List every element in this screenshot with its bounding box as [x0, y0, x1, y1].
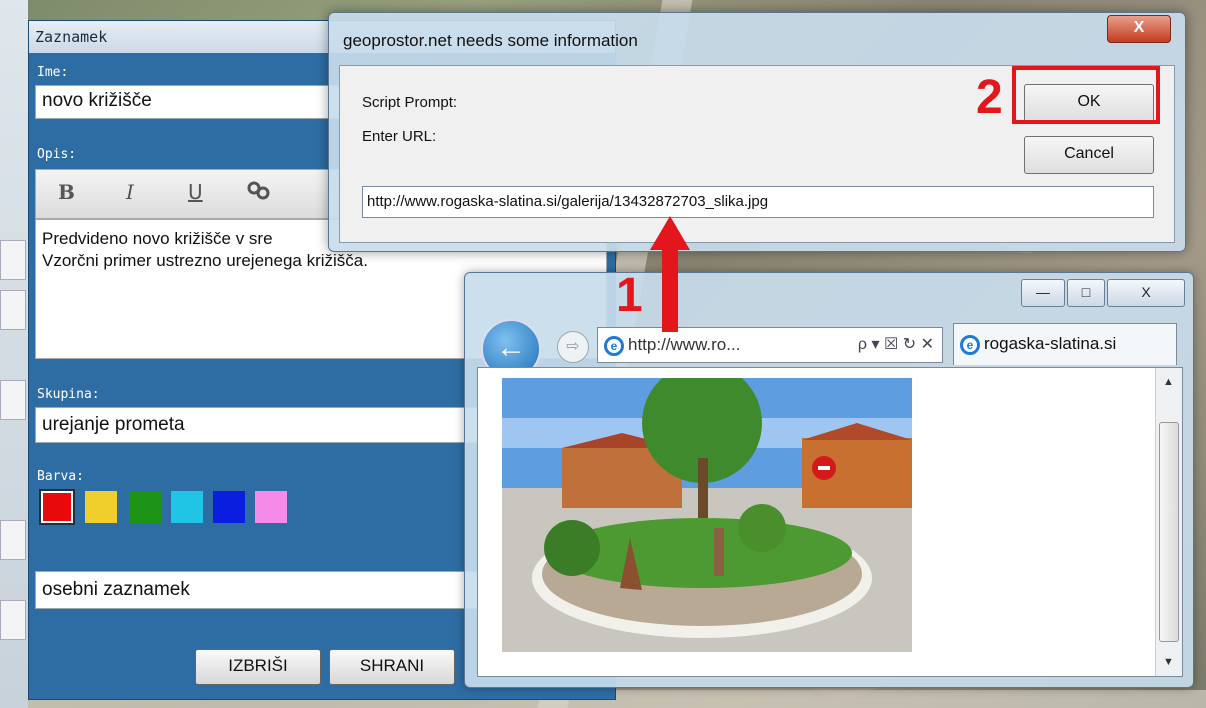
description-label: Opis:	[37, 147, 77, 162]
browser-tab[interactable]: e rogaska-slatina.si	[953, 323, 1177, 365]
tab-title: rogaska-slatina.si	[984, 334, 1117, 353]
ie-logo-icon: e	[960, 334, 980, 355]
group-label: Skupina:	[37, 387, 100, 402]
map-left-toolbar	[0, 0, 28, 708]
script-prompt-label: Script Prompt:	[362, 94, 458, 111]
map-side-tab[interactable]	[0, 600, 26, 640]
ie-logo-icon: e	[604, 335, 624, 356]
maximize-button[interactable]: □	[1067, 279, 1105, 307]
map-side-tab[interactable]	[0, 240, 26, 280]
window-close-button[interactable]: X	[1107, 279, 1185, 307]
address-bar[interactable]: e http://www.ro... ρ ▾ ☒ ↻ ✕	[597, 327, 943, 363]
script-prompt-dialog: geoprostor.net needs some information X …	[328, 12, 1186, 252]
italic-button[interactable]: I	[126, 180, 134, 204]
color-swatch-yellow[interactable]	[85, 491, 117, 523]
vertical-scrollbar[interactable]: ▲ ▼	[1155, 368, 1182, 676]
bold-button[interactable]: B	[58, 180, 75, 204]
enter-url-label: Enter URL:	[362, 128, 437, 145]
delete-button[interactable]: IZBRIŠI	[195, 649, 321, 685]
underline-button[interactable]: U	[188, 180, 203, 204]
scroll-up-icon[interactable]: ▲	[1163, 376, 1174, 388]
forward-arrow-icon[interactable]: ⇨	[557, 331, 589, 363]
scrollbar-thumb[interactable]	[1159, 422, 1179, 642]
map-side-tab[interactable]	[0, 520, 26, 560]
link-icon[interactable]	[246, 180, 272, 207]
step-1-arrow-icon	[650, 216, 690, 332]
color-swatch-pink[interactable]	[255, 491, 287, 523]
scroll-down-icon[interactable]: ▼	[1163, 656, 1174, 668]
save-button[interactable]: SHRANI	[329, 649, 455, 685]
url-input[interactable]: http://www.rogaska-slatina.si/galerija/1…	[362, 186, 1154, 218]
name-label: Ime:	[37, 65, 69, 80]
color-swatch-green[interactable]	[129, 491, 161, 523]
map-side-tab[interactable]	[0, 290, 26, 330]
step-2-label: 2	[976, 71, 1003, 124]
close-icon[interactable]: X	[1107, 15, 1171, 43]
address-controls-icons[interactable]: ρ ▾ ☒ ↻ ✕	[858, 328, 934, 362]
color-swatch-cyan[interactable]	[171, 491, 203, 523]
page-content: ▲ ▼	[477, 367, 1183, 677]
ok-highlight-box	[1012, 66, 1160, 124]
step-1-label: 1	[616, 269, 643, 322]
color-label: Barva:	[37, 469, 84, 484]
browser-window: — □ X ← ⇨ e http://www.ro... ρ ▾ ☒ ↻ ✕ er…	[464, 272, 1194, 688]
roundabout-photo	[502, 378, 912, 652]
map-side-tab[interactable]	[0, 380, 26, 420]
color-swatch-blue[interactable]	[213, 491, 245, 523]
cancel-button[interactable]: Cancel	[1024, 136, 1154, 174]
address-text: http://www.ro...	[628, 335, 741, 354]
color-swatch-red[interactable]	[39, 489, 75, 525]
minimize-button[interactable]: —	[1021, 279, 1065, 307]
dialog-title: geoprostor.net needs some information	[343, 31, 638, 50]
description-line: Vzorčni primer ustrezno urejenega križiš…	[42, 251, 368, 270]
